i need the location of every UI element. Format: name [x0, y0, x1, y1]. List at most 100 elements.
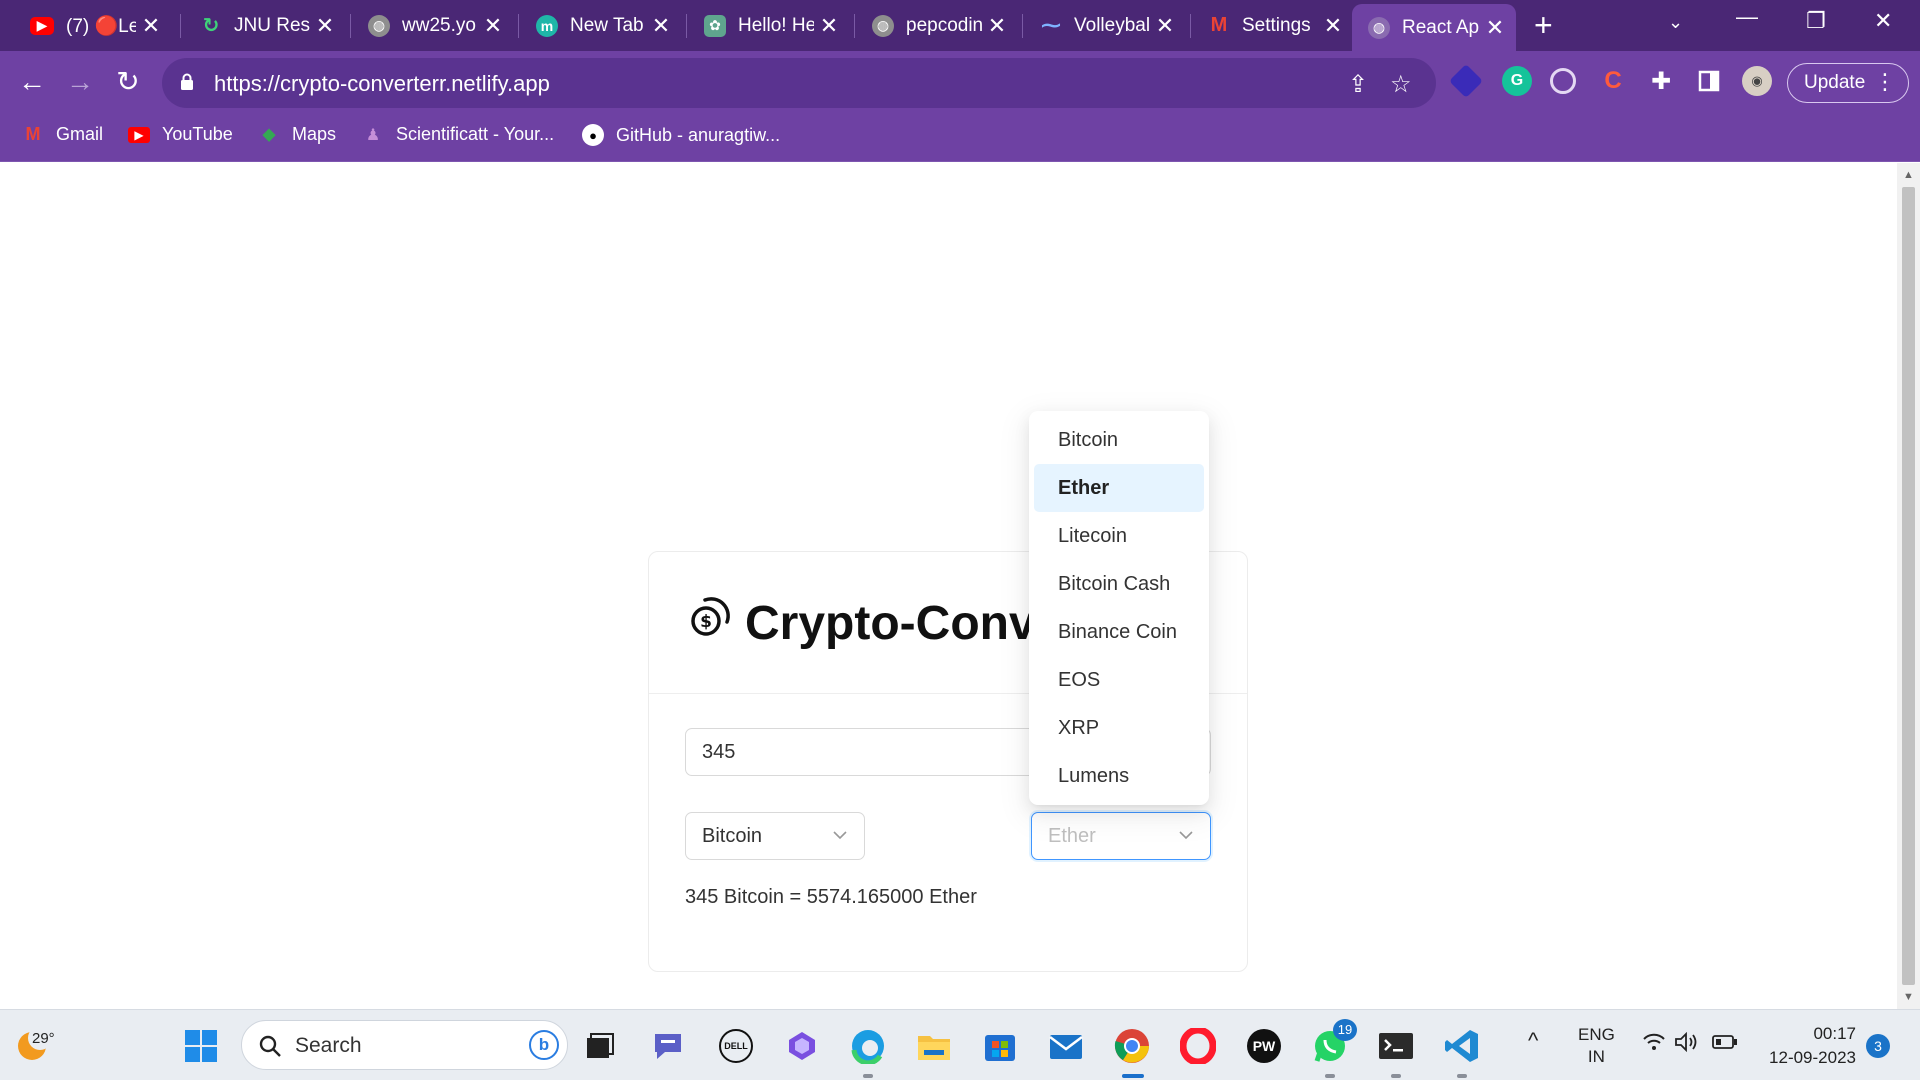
globe-icon: ◍: [368, 14, 390, 37]
extensions-puzzle-icon[interactable]: ✚: [1646, 66, 1676, 96]
dropdown-option-ether[interactable]: Ether: [1034, 464, 1204, 512]
tab-ww25[interactable]: ◍ ww25.yo ✕: [352, 4, 514, 47]
jnu-icon: ↻: [202, 15, 220, 37]
dropdown-option-bitcoin-cash[interactable]: Bitcoin Cash: [1034, 560, 1204, 608]
chrome-icon[interactable]: [1112, 1026, 1152, 1066]
more-menu-icon[interactable]: ⋮: [1874, 69, 1896, 95]
tab-jnu-results[interactable]: ↻ JNU Resu ✕: [184, 4, 346, 47]
forward-button[interactable]: →: [60, 62, 100, 102]
close-tab-icon[interactable]: ✕: [646, 13, 676, 39]
address-bar[interactable]: https://crypto-converterr.netlify.app ⇪ …: [162, 58, 1436, 108]
bookmarks-bar: M Gmail ▶ YouTube ⬥ Maps ♟ Scientificatt…: [0, 114, 1920, 162]
dell-icon[interactable]: DELL: [716, 1026, 756, 1066]
chevron-down-icon: [1179, 831, 1193, 840]
from-currency-value: Bitcoin: [702, 825, 763, 847]
copilot-icon[interactable]: [782, 1026, 822, 1066]
close-tab-icon[interactable]: ✕: [1150, 13, 1180, 39]
c-extension-icon[interactable]: C: [1598, 66, 1628, 96]
restore-button[interactable]: ❐: [1806, 8, 1826, 34]
weather-widget[interactable]: 29°: [14, 1022, 55, 1067]
close-window-button[interactable]: ✕: [1874, 8, 1892, 34]
gmail-icon: M: [1210, 14, 1228, 36]
scrollbar-thumb[interactable]: [1902, 187, 1915, 985]
new-tab-button[interactable]: +: [1534, 9, 1553, 41]
microsoft-store-icon[interactable]: [980, 1026, 1020, 1066]
close-tab-icon[interactable]: ✕: [478, 13, 508, 39]
chatgpt-icon: ✿: [704, 14, 726, 37]
bookmark-maps[interactable]: ⬥ Maps: [258, 124, 336, 145]
tab-react-app[interactable]: ◍ React Ap ✕: [1352, 4, 1516, 51]
language-indicator[interactable]: ENG IN: [1578, 1024, 1615, 1068]
dropdown-option-bitcoin[interactable]: Bitcoin: [1034, 416, 1204, 464]
volume-icon[interactable]: [1674, 1031, 1700, 1057]
tab-separator: [854, 14, 855, 38]
grammarly-icon[interactable]: G: [1502, 66, 1532, 96]
task-view-icon[interactable]: [580, 1026, 620, 1066]
close-tab-icon[interactable]: ✕: [1480, 15, 1510, 41]
physics-wallah-icon[interactable]: PW: [1244, 1026, 1284, 1066]
opera-icon[interactable]: [1178, 1026, 1218, 1066]
to-currency-placeholder: Ether: [1048, 825, 1096, 847]
tab-separator: [686, 14, 687, 38]
dropdown-option-lumens[interactable]: Lumens: [1034, 752, 1204, 800]
dropdown-option-xrp[interactable]: XRP: [1034, 704, 1204, 752]
running-indicator: [1391, 1074, 1401, 1078]
extension-icon[interactable]: [1449, 64, 1483, 98]
currency-dropdown-menu: Bitcoin Ether Litecoin Bitcoin Cash Bina…: [1029, 411, 1209, 805]
close-tab-icon[interactable]: ✕: [982, 13, 1012, 39]
scroll-up-arrow-icon[interactable]: ▲: [1903, 169, 1914, 181]
bookmark-star-icon[interactable]: ☆: [1390, 70, 1412, 99]
tab-chatgpt[interactable]: ✿ Hello! He ✕: [688, 4, 850, 47]
bookmark-scientificatt[interactable]: ♟ Scientificatt - Your...: [362, 124, 554, 145]
teams-chat-icon[interactable]: [648, 1026, 688, 1066]
tab-search-icon[interactable]: ⌄: [1668, 12, 1683, 33]
m-icon: m: [536, 14, 558, 37]
browser-toolbar: ← → ↻ https://crypto-converterr.netlify.…: [0, 51, 1920, 114]
tab-volleyball[interactable]: ⁓ Volleybal ✕: [1024, 4, 1186, 47]
tab-youtube-lecture[interactable]: ▶ (7) 🔴Lec ✕: [14, 4, 172, 47]
from-currency-select[interactable]: Bitcoin: [685, 812, 865, 860]
page-scrollbar[interactable]: ▲ ▼: [1897, 163, 1920, 1009]
mail-icon[interactable]: [1046, 1026, 1086, 1066]
show-hidden-icons-chevron-icon[interactable]: ^: [1528, 1028, 1538, 1054]
update-button[interactable]: Update ⋮: [1787, 63, 1909, 103]
scroll-down-arrow-icon[interactable]: ▼: [1903, 991, 1914, 1003]
edge-browser-icon[interactable]: [848, 1026, 888, 1066]
maps-icon: ⬥: [262, 124, 276, 144]
reload-button[interactable]: ↻: [108, 62, 148, 102]
tab-new-tab[interactable]: m New Tab ✕: [520, 4, 682, 47]
svg-text:$: $: [700, 612, 712, 632]
clock[interactable]: 00:17 12-09-2023: [1760, 1022, 1856, 1070]
bookmark-github[interactable]: ● GitHub - anuragtiw...: [582, 124, 780, 146]
bing-icon[interactable]: b: [529, 1030, 559, 1060]
close-tab-icon[interactable]: ✕: [814, 13, 844, 39]
side-panel-icon[interactable]: [1694, 66, 1724, 96]
close-tab-icon[interactable]: ✕: [1318, 13, 1348, 39]
running-indicator: [863, 1074, 873, 1078]
minimize-button[interactable]: —: [1736, 4, 1758, 30]
notification-count-badge[interactable]: 3: [1866, 1034, 1890, 1058]
bookmark-youtube[interactable]: ▶ YouTube: [128, 124, 233, 145]
dropdown-option-litecoin[interactable]: Litecoin: [1034, 512, 1204, 560]
bookmark-gmail[interactable]: M Gmail: [22, 124, 104, 145]
url-text[interactable]: https://crypto-converterr.netlify.app: [214, 71, 550, 97]
tab-pepcoding[interactable]: ◍ pepcodin ✕: [856, 4, 1018, 47]
share-icon[interactable]: ⇪: [1348, 70, 1368, 99]
file-explorer-icon[interactable]: [914, 1026, 954, 1066]
close-tab-icon[interactable]: ✕: [310, 13, 340, 39]
taskbar-search-box[interactable]: Search b: [241, 1020, 568, 1070]
back-button[interactable]: ←: [12, 62, 52, 102]
dropdown-option-binance-coin[interactable]: Binance Coin: [1034, 608, 1204, 656]
close-tab-icon[interactable]: ✕: [136, 13, 166, 39]
to-currency-select[interactable]: Ether: [1031, 812, 1211, 860]
battery-icon[interactable]: [1712, 1034, 1738, 1055]
tab-settings[interactable]: M Settings ✕: [1192, 4, 1354, 47]
terminal-icon[interactable]: [1376, 1026, 1416, 1066]
wifi-icon[interactable]: [1642, 1032, 1666, 1057]
page-title: Crypto-Conv: [745, 597, 1036, 650]
windows-start-icon[interactable]: [181, 1026, 221, 1066]
target-extension-icon[interactable]: [1550, 68, 1576, 94]
profile-avatar[interactable]: ◉: [1742, 66, 1772, 96]
dropdown-option-eos[interactable]: EOS: [1034, 656, 1204, 704]
vscode-icon[interactable]: [1442, 1026, 1482, 1066]
